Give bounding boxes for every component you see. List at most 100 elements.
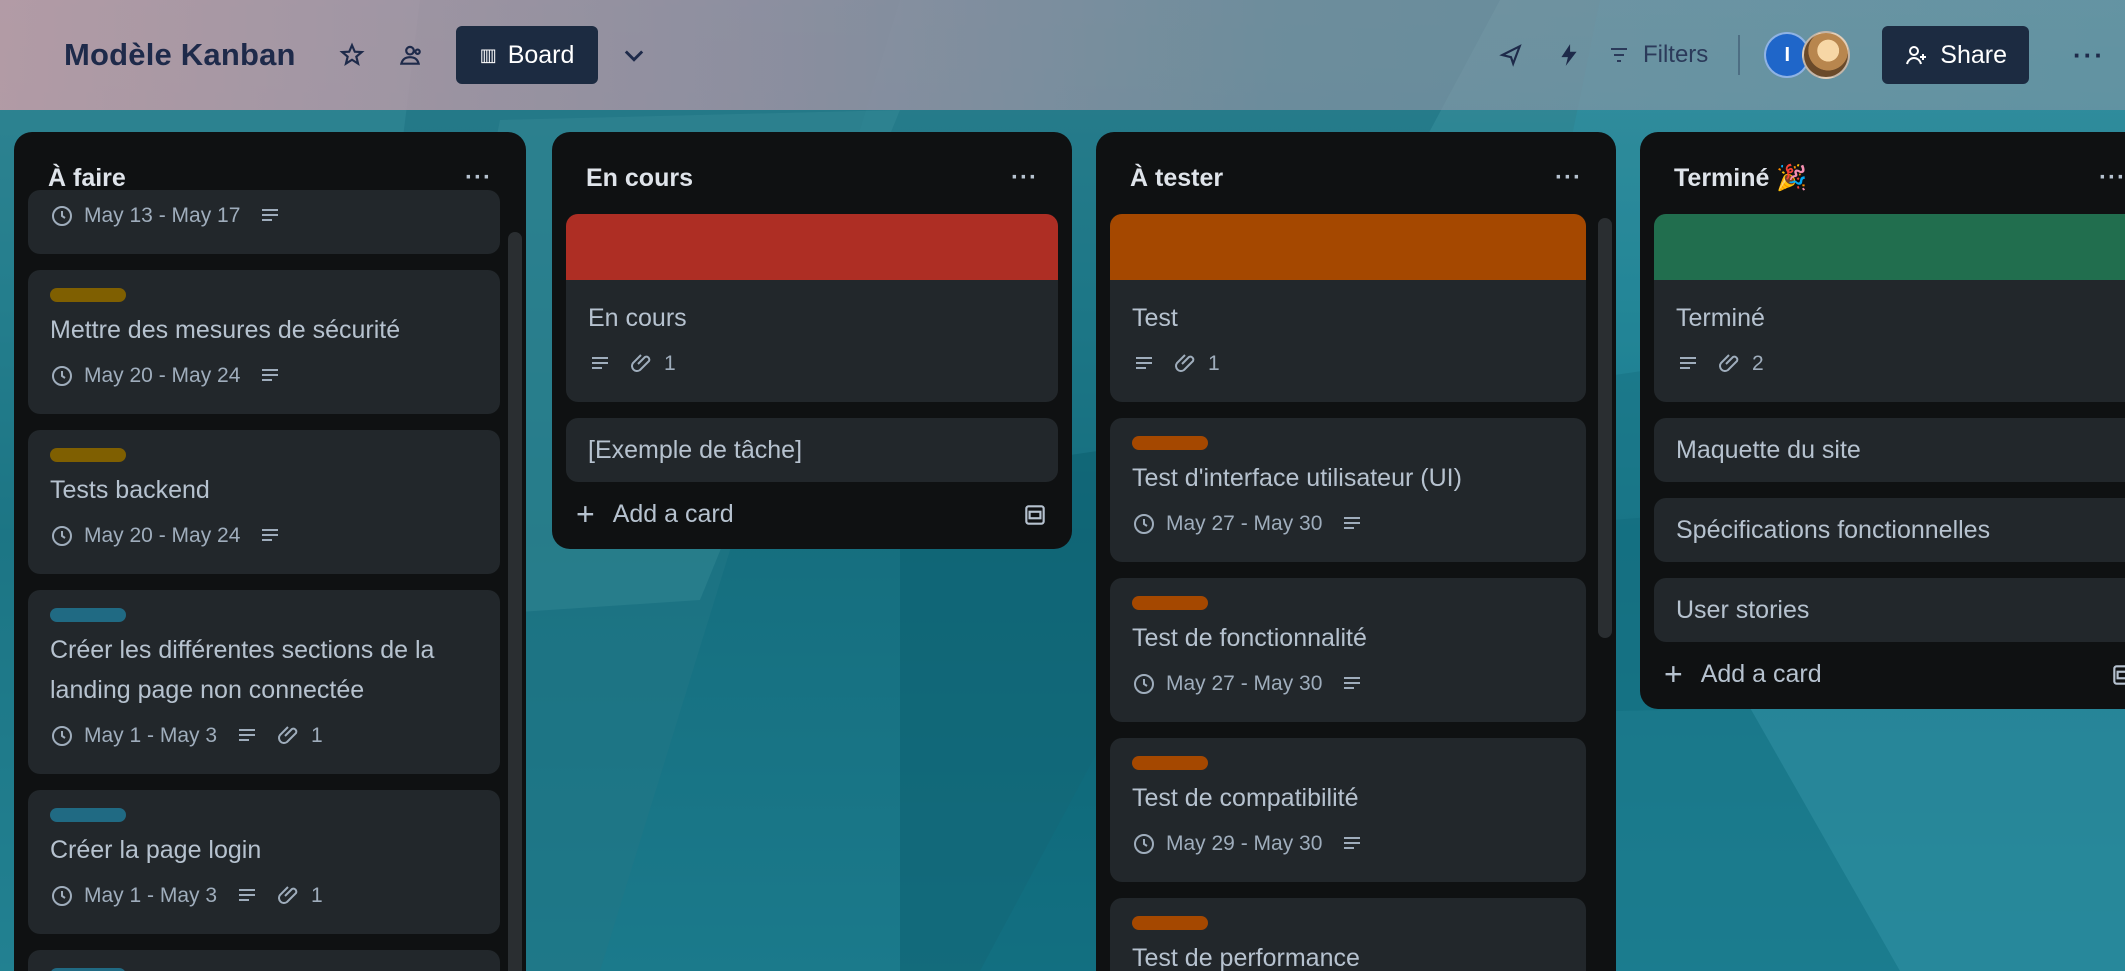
create-from-template-icon[interactable]	[2110, 662, 2125, 688]
clock-icon	[52, 366, 72, 386]
board-menu-button[interactable]: ···	[2073, 40, 2105, 71]
card[interactable]: Spécifications fonctionnelles	[1654, 498, 2125, 562]
attachment-badge: 1	[277, 716, 323, 756]
paperclip-icon	[278, 726, 298, 744]
card-label[interactable]	[1132, 916, 1208, 930]
attachment-badge: 1	[630, 344, 676, 384]
card[interactable]: Créer la page login May 1 - May 3 1	[28, 790, 500, 934]
due-date-badge[interactable]: May 27 - May 30	[1132, 504, 1322, 544]
view-label: Board	[507, 40, 575, 69]
add-card-label: Add a card	[1700, 660, 1822, 688]
star-icon[interactable]	[330, 33, 374, 77]
create-from-template-icon[interactable]	[1022, 502, 1048, 528]
card-label[interactable]	[50, 288, 126, 302]
avatar[interactable]	[1802, 31, 1851, 79]
board-icon: ▥	[479, 44, 497, 65]
scrollbar[interactable]	[1598, 218, 1612, 638]
board-members[interactable]: I	[1764, 31, 1851, 79]
card[interactable]: [Exemple de tâche]	[566, 418, 1058, 482]
card-label[interactable]	[1132, 436, 1208, 450]
due-date-text: May 20 - May 24	[84, 524, 241, 547]
description-icon	[262, 369, 279, 381]
plus-icon: +	[1664, 656, 1683, 692]
board-header: Modèle Kanban ▥ Board Filters I Share ··…	[0, 0, 2125, 110]
card[interactable]: Tests backend May 20 - May 24	[28, 430, 500, 574]
list-title[interactable]: Terminé 🎉	[1674, 164, 1807, 193]
card[interactable]: Créer les différentes sections de la lan…	[28, 590, 500, 774]
plus-icon: +	[576, 496, 595, 532]
list-menu-button[interactable]: ···	[465, 164, 492, 192]
list-menu-button[interactable]: ···	[1555, 164, 1582, 192]
due-date-text: May 13 - May 17	[84, 204, 241, 227]
attachment-count: 1	[1208, 352, 1220, 375]
due-date-text: May 20 - May 24	[84, 364, 241, 387]
due-date-badge[interactable]: May 29 - May 30	[1132, 824, 1322, 864]
share-button[interactable]: Share	[1882, 26, 2030, 84]
chevron-down-icon[interactable]	[612, 33, 656, 77]
card-title: Tests backend	[50, 476, 210, 504]
list-a-tester: À tester ··· Test 1 Test d'interface uti…	[1096, 132, 1616, 971]
card[interactable]: May 13 - May 17	[28, 190, 500, 254]
due-date-text: May 1 - May 3	[84, 884, 218, 907]
card[interactable]: Test 1	[1110, 214, 1586, 402]
due-date-badge[interactable]: May 13 - May 17	[50, 196, 240, 236]
card-title: Test de performance	[1132, 944, 1360, 971]
card-title: Spécifications fonctionnelles	[1676, 516, 1991, 544]
card-label[interactable]	[50, 448, 126, 462]
share-label: Share	[1940, 40, 2008, 69]
list-menu-button[interactable]: ···	[2099, 164, 2125, 192]
attachment-badge: 1	[1174, 344, 1220, 384]
card-title: User stories	[1676, 596, 1810, 624]
power-ups-icon[interactable]	[1491, 35, 1531, 75]
card[interactable]	[28, 950, 500, 971]
add-card-label: Add a card	[612, 500, 734, 528]
automation-icon[interactable]	[1549, 35, 1589, 75]
attachment-badge: 2	[1718, 344, 1764, 384]
card-label[interactable]	[50, 808, 126, 822]
list-a-faire: À faire ··· May 13 - May 17 Mettre des m…	[14, 132, 526, 971]
attachment-count: 1	[311, 884, 323, 907]
due-date-text: May 1 - May 3	[84, 724, 218, 747]
filters-label: Filters	[1642, 41, 1709, 68]
description-icon	[1344, 517, 1361, 529]
due-date-text: May 29 - May 30	[1166, 832, 1323, 855]
list-title[interactable]: À tester	[1130, 164, 1223, 193]
card-title: Test de compatibilité	[1132, 784, 1359, 812]
due-date-text: May 27 - May 30	[1166, 512, 1323, 535]
due-date-badge[interactable]: May 20 - May 24	[50, 356, 240, 396]
card-cover	[1654, 214, 2125, 280]
list-menu-button[interactable]: ···	[1011, 164, 1038, 192]
add-card-button[interactable]: + Add a card	[576, 496, 734, 533]
card-label[interactable]	[50, 608, 126, 622]
scrollbar[interactable]	[508, 232, 522, 971]
card-label[interactable]	[1132, 596, 1208, 610]
list-termine: Terminé 🎉 ··· Terminé 2 Maquette du site…	[1640, 132, 2125, 709]
due-date-badge[interactable]: May 1 - May 3	[50, 716, 217, 756]
card-title: En cours	[588, 304, 687, 332]
card[interactable]: Test de compatibilité May 29 - May 30	[1110, 738, 1586, 882]
description-icon	[1344, 677, 1361, 689]
due-date-badge[interactable]: May 27 - May 30	[1132, 664, 1322, 704]
header-divider	[1738, 35, 1741, 75]
list-title[interactable]: En cours	[586, 164, 693, 193]
due-date-badge[interactable]: May 1 - May 3	[50, 876, 217, 916]
due-date-badge[interactable]: May 20 - May 24	[50, 516, 240, 556]
filters-button[interactable]: Filters	[1607, 41, 1708, 69]
board-title[interactable]: Modèle Kanban	[64, 37, 296, 73]
description-icon	[262, 529, 279, 541]
card[interactable]: User stories	[1654, 578, 2125, 642]
add-card-button[interactable]: + Add a card	[1664, 656, 1822, 693]
card-label[interactable]	[1132, 756, 1208, 770]
description-icon	[262, 209, 279, 221]
card[interactable]: Terminé 2	[1654, 214, 2125, 402]
card[interactable]: Test d'interface utilisateur (UI) May 27…	[1110, 418, 1586, 562]
card[interactable]: Mettre des mesures de sécurité May 20 - …	[28, 270, 500, 414]
view-switcher-button[interactable]: ▥ Board	[455, 26, 599, 84]
clock-icon	[1134, 514, 1154, 534]
card[interactable]: Maquette du site	[1654, 418, 2125, 482]
card[interactable]: Test de fonctionnalité May 27 - May 30	[1110, 578, 1586, 722]
card[interactable]: Test de performance	[1110, 898, 1586, 971]
card[interactable]: En cours 1	[566, 214, 1058, 402]
workspace-visibility-icon[interactable]	[388, 33, 432, 77]
list-title[interactable]: À faire	[48, 164, 126, 193]
